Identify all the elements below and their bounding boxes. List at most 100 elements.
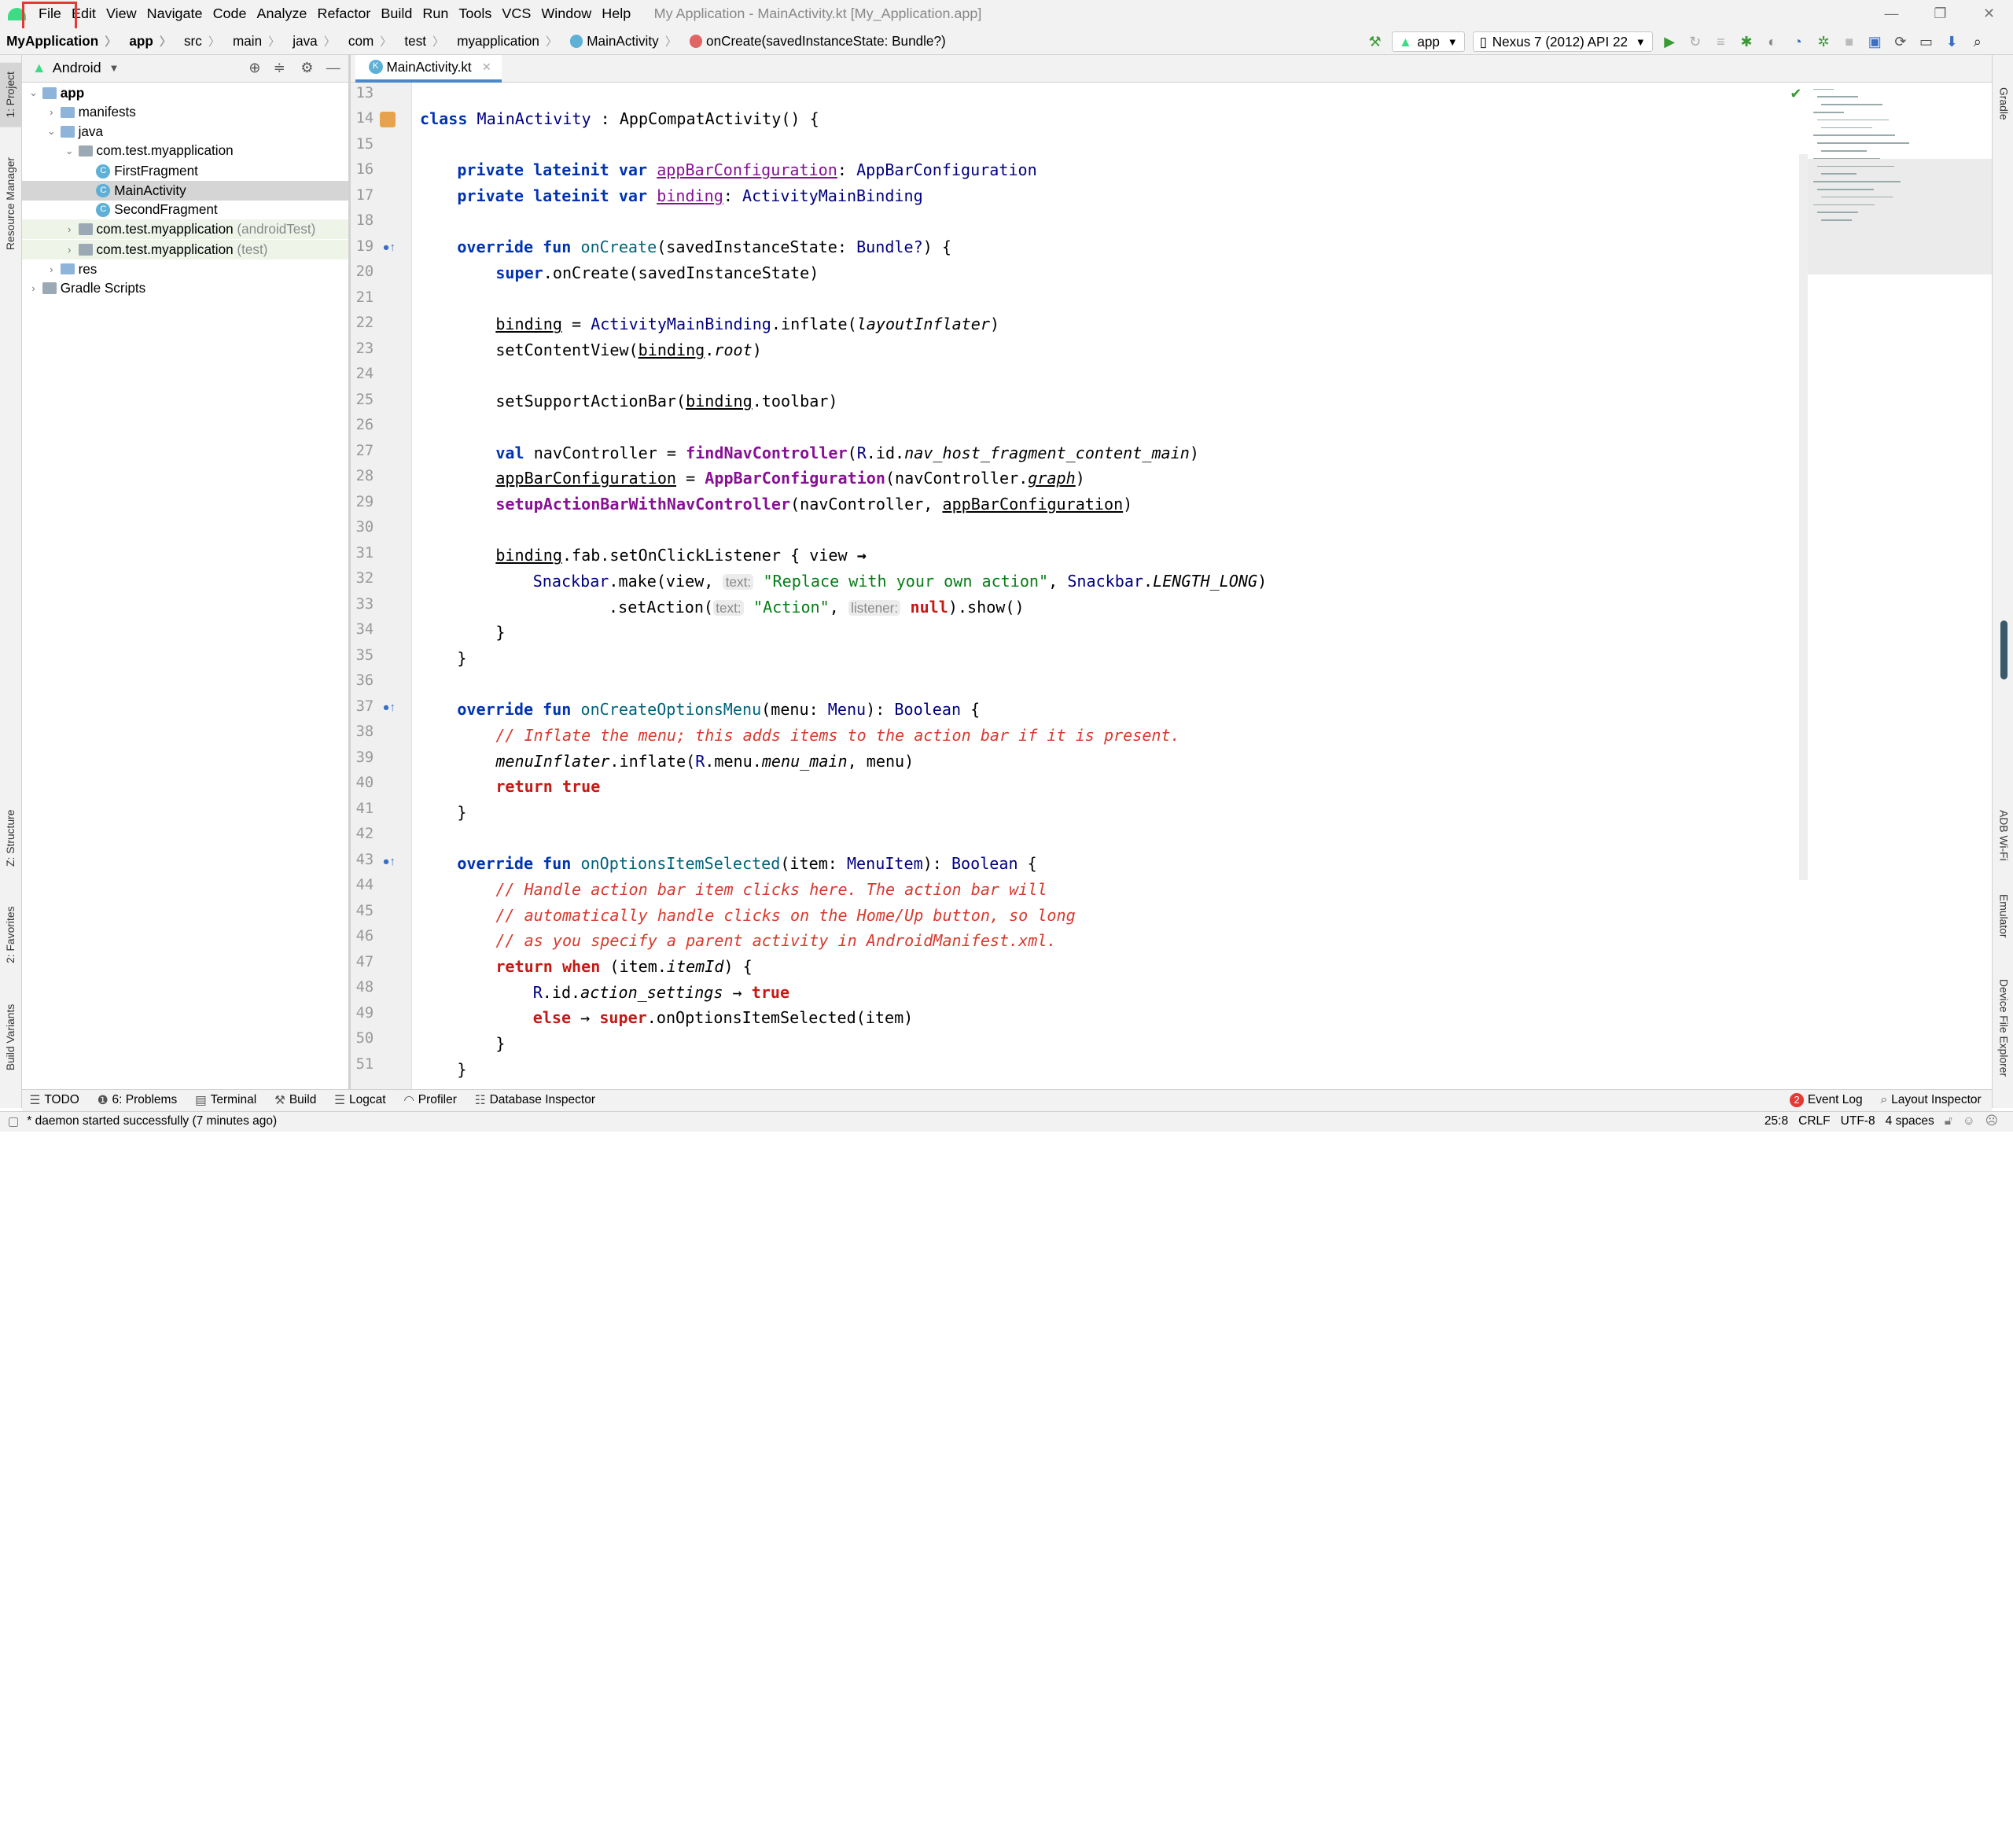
- tab-database-inspector[interactable]: ☷ Database Inspector: [475, 1093, 595, 1108]
- menu-view[interactable]: View: [101, 0, 142, 28]
- locate-icon[interactable]: ⊕: [248, 60, 260, 76]
- tree-item-mainactivity[interactable]: C MainActivity: [21, 181, 348, 201]
- close-tab-icon[interactable]: ✕: [482, 61, 491, 74]
- tab-favorites[interactable]: 2: Favorites: [0, 896, 22, 974]
- status-toggle-icon[interactable]: ▢: [8, 1114, 20, 1129]
- menu-code[interactable]: Code: [208, 0, 252, 28]
- hammer-icon[interactable]: ⚒: [1363, 30, 1386, 53]
- tab-logcat[interactable]: ☰ Logcat: [334, 1093, 385, 1108]
- menu-navigate[interactable]: Navigate: [142, 0, 208, 28]
- menu-analyze[interactable]: Analyze: [252, 0, 312, 28]
- implements-gutter-icon[interactable]: ●↑: [383, 241, 396, 254]
- menu-help[interactable]: Help: [597, 0, 636, 28]
- menu-vcs[interactable]: VCS: [497, 0, 536, 28]
- chevron-right-icon[interactable]: ›: [63, 223, 75, 235]
- tab-problems[interactable]: ❶ 6: Problems: [98, 1093, 178, 1108]
- tab-emulator[interactable]: Emulator: [1993, 884, 2013, 948]
- tree-item-firstfragment[interactable]: C FirstFragment: [22, 162, 348, 181]
- lock-icon[interactable]: 🔓︎: [1945, 1114, 1952, 1128]
- chevron-down-icon[interactable]: ⌄: [63, 145, 75, 157]
- code-minimap[interactable]: [1808, 82, 1992, 1089]
- tree-item-res[interactable]: › res: [22, 260, 348, 278]
- implements-gutter-icon[interactable]: ●↑: [383, 856, 396, 868]
- feedback-icon[interactable]: ☹: [1985, 1114, 1998, 1128]
- run-config-select[interactable]: ▲ app ▼: [1391, 31, 1465, 53]
- implements-gutter-icon[interactable]: ●↑: [383, 701, 396, 714]
- menu-window[interactable]: Window: [536, 0, 597, 28]
- chevron-down-icon[interactable]: ⌄: [45, 125, 57, 138]
- chevron-right-icon[interactable]: ›: [27, 282, 39, 294]
- chevron-down-icon[interactable]: ▼: [109, 62, 119, 74]
- tree-item-package[interactable]: ⌄ com.test.myapplication: [22, 142, 348, 160]
- tab-event-log[interactable]: 2 Event Log: [1790, 1093, 1863, 1108]
- chevron-right-icon[interactable]: ›: [63, 244, 75, 256]
- crumb-main[interactable]: main 〉: [226, 33, 286, 50]
- crumb-module[interactable]: app 〉: [123, 33, 178, 50]
- line-separator[interactable]: CRLF: [1798, 1114, 1830, 1128]
- tab-structure[interactable]: Z: Structure: [0, 800, 22, 877]
- caret-position[interactable]: 25:8: [1765, 1114, 1788, 1128]
- run-icon[interactable]: ▶: [1658, 30, 1680, 53]
- close-icon[interactable]: ✕: [1964, 0, 2013, 28]
- tab-device-file-explorer[interactable]: Device File Explorer: [1993, 967, 2013, 1089]
- crumb-project[interactable]: MyApplication 〉: [0, 33, 123, 50]
- project-view-select[interactable]: Android: [53, 60, 101, 76]
- maximize-icon[interactable]: ❐: [1915, 0, 1964, 28]
- apply-changes-icon[interactable]: ↻: [1684, 30, 1706, 53]
- sdk-manager-icon[interactable]: ⬇: [1940, 30, 1963, 53]
- menu-run[interactable]: Run: [418, 0, 454, 28]
- scroll-thumb[interactable]: [2000, 620, 2008, 679]
- smiley-icon[interactable]: ☺: [1963, 1114, 1975, 1128]
- tab-gradle[interactable]: Gradle: [1993, 79, 2013, 130]
- crumb-oncreate[interactable]: onCreate(savedInstanceState: Bundle?): [683, 33, 952, 50]
- crumb-test[interactable]: test 〉: [398, 33, 451, 50]
- avd-manager-icon[interactable]: ▭: [1915, 30, 1938, 53]
- tab-mainactivity[interactable]: K MainActivity.kt ✕: [355, 55, 502, 83]
- hide-icon[interactable]: —: [326, 60, 340, 76]
- tree-item-secondfragment[interactable]: C SecondFragment: [22, 201, 348, 219]
- indent-setting[interactable]: 4 spaces: [1886, 1114, 1934, 1128]
- crumb-com[interactable]: com 〉: [342, 33, 399, 50]
- crumb-src[interactable]: src 〉: [178, 33, 226, 50]
- crumb-myapplication[interactable]: myapplication 〉: [451, 33, 564, 50]
- project-structure-icon[interactable]: ▣: [1864, 30, 1886, 53]
- tab-build-variants[interactable]: Build Variants: [0, 992, 22, 1082]
- tree-item-package-androidtest[interactable]: › com.test.myapplication (androidTest): [21, 219, 348, 239]
- apply-code-changes-icon[interactable]: ≡: [1709, 30, 1732, 53]
- coverage-icon[interactable]: ◐: [1761, 30, 1783, 53]
- crumb-java[interactable]: java 〉: [286, 33, 342, 50]
- menu-tools[interactable]: Tools: [454, 0, 497, 28]
- tab-build[interactable]: ⚒ Build: [274, 1093, 316, 1108]
- search-icon[interactable]: ⌕: [1966, 30, 1989, 53]
- file-encoding[interactable]: UTF-8: [1841, 1114, 1875, 1128]
- chevron-right-icon[interactable]: ›: [45, 263, 57, 275]
- tree-item-manifests[interactable]: › manifests: [22, 103, 348, 122]
- minimap-viewport[interactable]: [1808, 159, 1992, 275]
- tab-terminal[interactable]: ▤ Terminal: [195, 1093, 256, 1108]
- chevron-down-icon[interactable]: ⌄: [27, 87, 39, 99]
- gear-icon[interactable]: ⚙: [300, 60, 313, 76]
- tab-profiler[interactable]: ◠ Profiler: [403, 1093, 457, 1108]
- sync-gradle-icon[interactable]: ⟳: [1889, 30, 1912, 53]
- tree-item-package-test[interactable]: › com.test.myapplication (test): [21, 240, 348, 260]
- tab-project[interactable]: 1: Project: [0, 63, 22, 127]
- override-gutter-icon[interactable]: [380, 112, 396, 127]
- menu-build[interactable]: Build: [376, 0, 418, 28]
- attach-debugger-icon[interactable]: ✲: [1812, 30, 1835, 53]
- editor-scrollbar[interactable]: [1798, 153, 1809, 880]
- stop-icon[interactable]: ■: [1838, 30, 1860, 53]
- chevron-right-icon[interactable]: ›: [45, 106, 57, 118]
- tab-adb-wifi[interactable]: ADB Wi-Fi: [1993, 800, 2013, 871]
- profile-icon[interactable]: ◔: [1787, 30, 1809, 53]
- tree-item-gradle-scripts[interactable]: › Gradle Scripts: [22, 278, 348, 297]
- crumb-mainactivity[interactable]: MainActivity 〉: [564, 33, 683, 50]
- minimize-icon[interactable]: —: [1867, 0, 1915, 28]
- tab-layout-inspector[interactable]: ⌕ Layout Inspector: [1881, 1093, 1982, 1107]
- collapse-all-icon[interactable]: ≑: [274, 60, 285, 76]
- tree-item-app[interactable]: ⌄ app: [22, 83, 348, 102]
- tree-item-java[interactable]: ⌄ java: [22, 122, 348, 141]
- code-editor[interactable]: class MainActivity : AppCompatActivity()…: [412, 82, 1799, 1089]
- device-select[interactable]: ▯ Nexus 7 (2012) API 22 ▼: [1472, 31, 1653, 53]
- tab-todo[interactable]: ☰ TODO: [30, 1093, 79, 1108]
- debug-icon[interactable]: ✱: [1735, 30, 1757, 53]
